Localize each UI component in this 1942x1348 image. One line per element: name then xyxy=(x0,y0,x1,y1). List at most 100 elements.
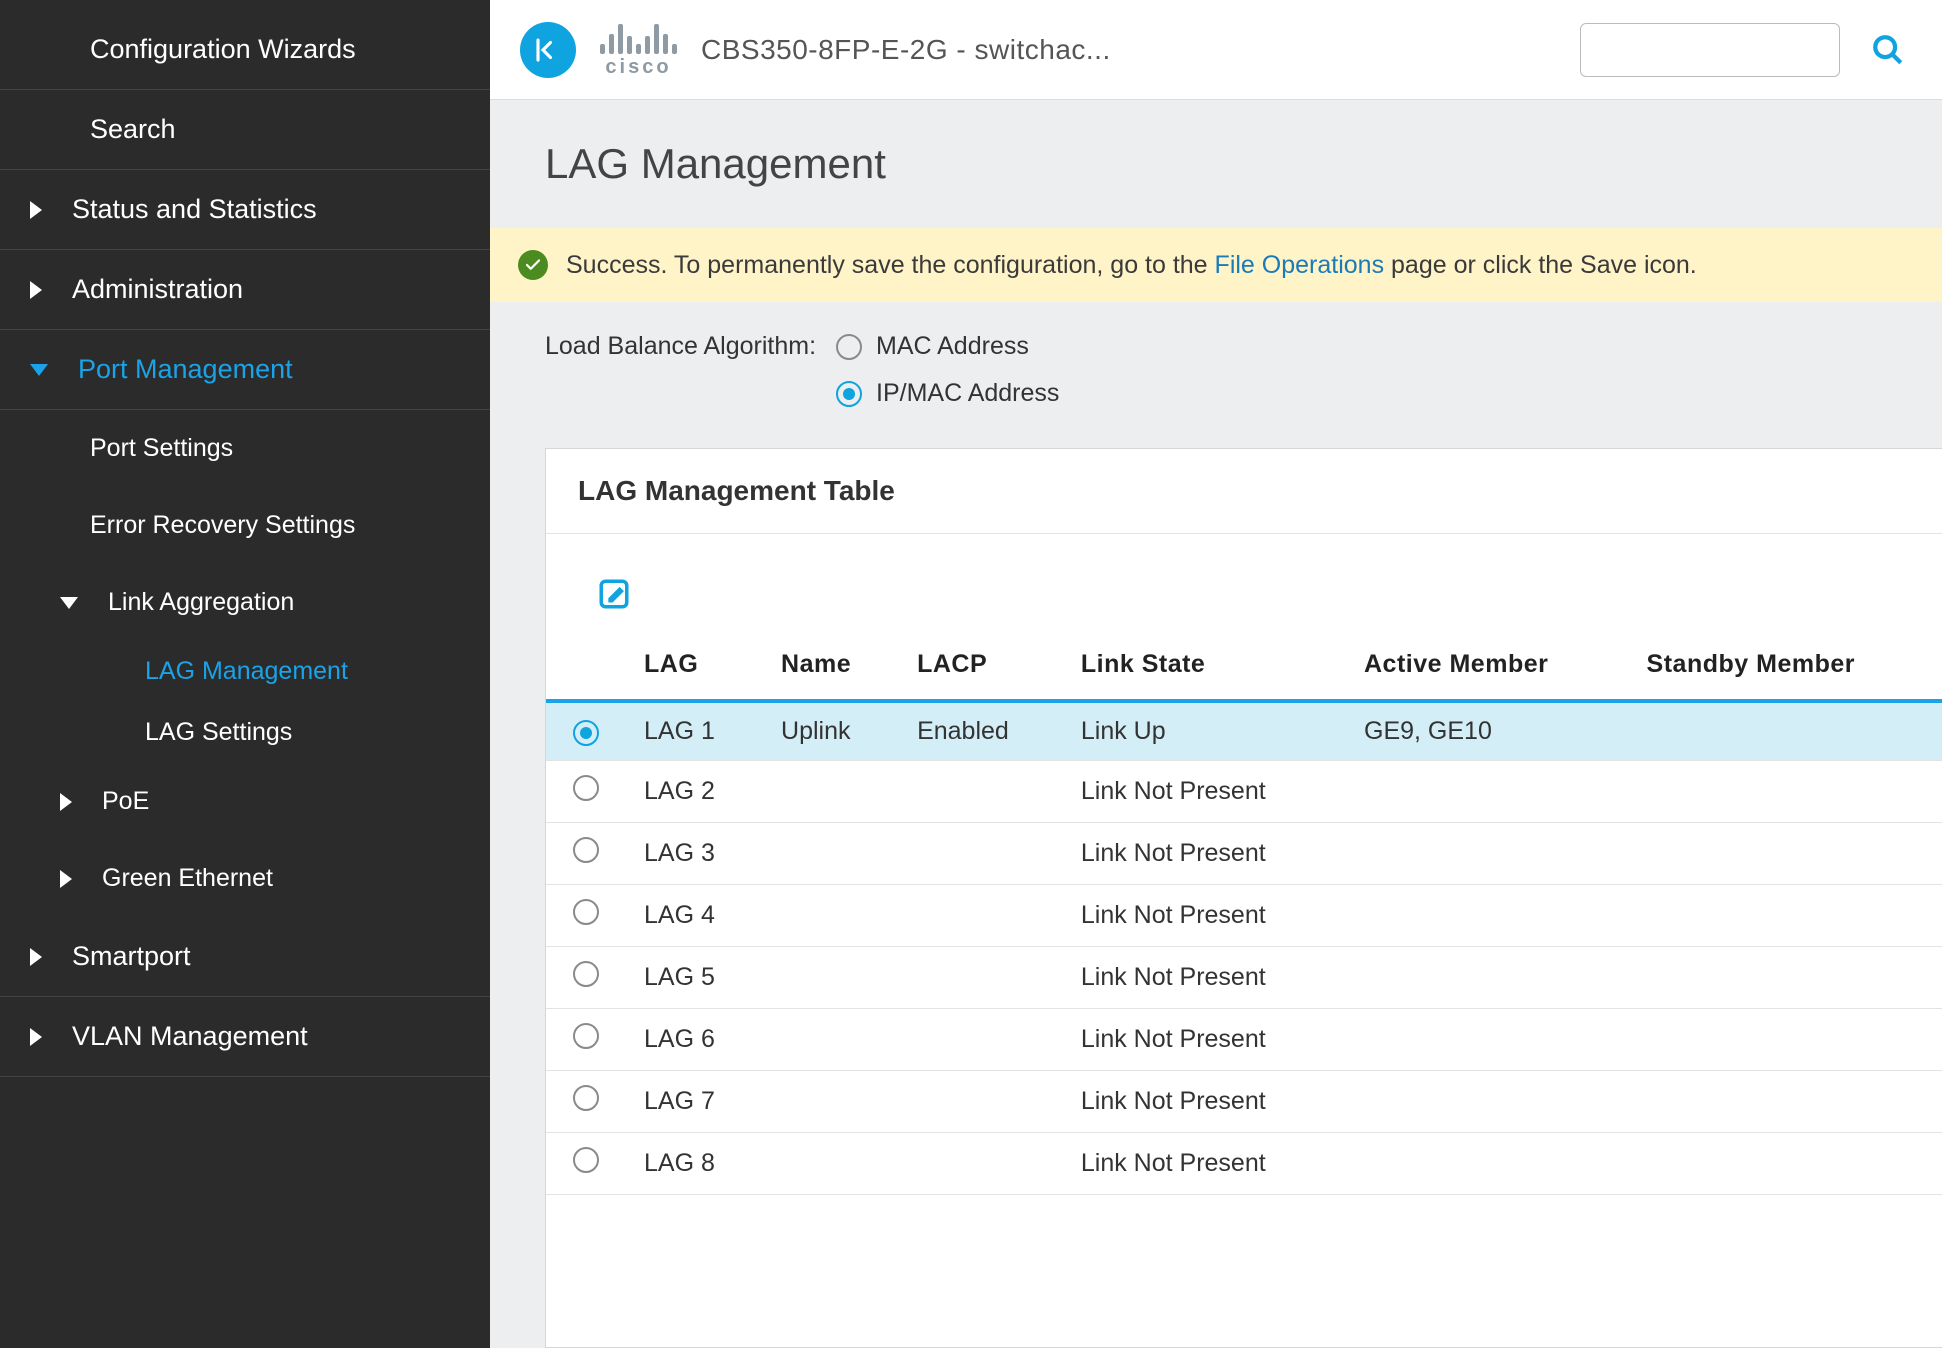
sidebar-item-status-and-statistics[interactable]: Status and Statistics xyxy=(0,170,490,250)
edit-icon xyxy=(597,577,631,611)
row-radio-icon[interactable] xyxy=(573,1085,599,1111)
col-active-member: Active Member xyxy=(1346,634,1629,701)
table-row[interactable]: LAG 5Link Not Present xyxy=(546,947,1942,1009)
cell-standby xyxy=(1629,1071,1942,1133)
table-row[interactable]: LAG 1UplinkEnabledLink UpGE9, GE10 xyxy=(546,701,1942,761)
sidebar-item-administration[interactable]: Administration xyxy=(0,250,490,330)
collapse-sidebar-button[interactable] xyxy=(520,22,576,78)
file-operations-link[interactable]: File Operations xyxy=(1215,251,1385,279)
sidebar-item-label: PoE xyxy=(102,787,149,816)
sidebar-item-search[interactable]: Search xyxy=(0,90,490,170)
cell-link: Link Not Present xyxy=(1063,1071,1346,1133)
load-balance-options: MAC Address IP/MAC Address xyxy=(836,332,1059,408)
cell-lag: LAG 5 xyxy=(626,947,763,1009)
alert-suffix: page or click the Save icon. xyxy=(1384,251,1697,279)
caret-right-icon xyxy=(30,281,42,299)
sidebar-item-link-aggregation[interactable]: Link Aggregation xyxy=(0,564,490,641)
caret-right-icon xyxy=(30,948,42,966)
cell-link: Link Up xyxy=(1063,701,1346,761)
cell-active xyxy=(1346,823,1629,885)
cell-lacp: Enabled xyxy=(899,701,1063,761)
page-title: LAG Management xyxy=(490,100,1942,228)
table-header-row: LAGNameLACPLink StateActive MemberStandb… xyxy=(546,634,1942,701)
cell-name xyxy=(763,1133,899,1195)
cell-active: GE9, GE10 xyxy=(1346,701,1629,761)
lba-option-label: IP/MAC Address xyxy=(876,379,1059,408)
radio-icon xyxy=(836,334,862,360)
cell-active xyxy=(1346,1133,1629,1195)
table-row[interactable]: LAG 6 Link Not Present xyxy=(546,1009,1942,1071)
sidebar-item-label: Port Management xyxy=(78,354,293,385)
load-balance-label: Load Balance Algorithm: xyxy=(545,332,816,361)
caret-down-icon xyxy=(60,597,78,609)
sidebar-item-label: Administration xyxy=(72,274,243,305)
sidebar-item-label: Smartport xyxy=(72,941,191,972)
lba-option-0[interactable]: MAC Address xyxy=(836,332,1059,361)
cisco-logo: cisco xyxy=(600,20,677,79)
success-banner: Success. To permanently save the configu… xyxy=(490,228,1942,302)
cell-lag: LAG 2 xyxy=(626,761,763,823)
col-lag: LAG xyxy=(626,634,763,701)
row-radio-icon[interactable] xyxy=(573,1023,599,1049)
row-radio-icon[interactable] xyxy=(573,837,599,863)
table-row[interactable]: LAG 2Link Not Present xyxy=(546,761,1942,823)
search-input[interactable] xyxy=(1580,23,1840,77)
row-radio-icon[interactable] xyxy=(573,720,599,746)
table-row[interactable]: LAG 3Link Not Present xyxy=(546,823,1942,885)
sidebar-item-port-settings[interactable]: Port Settings xyxy=(0,410,490,487)
caret-right-icon xyxy=(30,201,42,219)
lag-table: LAGNameLACPLink StateActive MemberStandb… xyxy=(546,634,1942,1195)
cell-name xyxy=(763,947,899,1009)
cell-lacp xyxy=(899,1133,1063,1195)
cell-name xyxy=(763,1009,899,1071)
sidebar-item-green-ethernet[interactable]: Green Ethernet xyxy=(0,840,490,917)
sidebar-item-port-management[interactable]: Port Management xyxy=(0,330,490,410)
caret-right-icon xyxy=(30,1028,42,1046)
cell-standby xyxy=(1629,761,1942,823)
search-button[interactable] xyxy=(1864,26,1912,74)
sidebar-item-poe[interactable]: PoE xyxy=(0,763,490,840)
sidebar-item-label: Error Recovery Settings xyxy=(90,511,355,540)
table-row[interactable]: LAG 8Link Not Present xyxy=(546,1133,1942,1195)
col-name: Name xyxy=(763,634,899,701)
cell-lag: LAG 6 xyxy=(626,1009,763,1071)
cell-link: Link Not Present xyxy=(1063,823,1346,885)
lag-panel: LAG Management Table LAGNameLACPLink Sta… xyxy=(545,448,1942,1348)
sidebar-item-vlan-management[interactable]: VLAN Management xyxy=(0,997,490,1077)
edit-button[interactable] xyxy=(594,574,634,614)
alert-prefix: Success. To permanently save the configu… xyxy=(566,251,1215,279)
caret-down-icon xyxy=(30,364,48,376)
collapse-icon xyxy=(533,35,563,65)
sidebar-item-error-recovery-settings[interactable]: Error Recovery Settings xyxy=(0,487,490,564)
sidebar-item-label: Port Settings xyxy=(90,434,233,463)
cell-lag: LAG 8 xyxy=(626,1133,763,1195)
sidebar-item-label: LAG Settings xyxy=(145,718,292,747)
row-radio-icon[interactable] xyxy=(573,961,599,987)
table-row[interactable]: LAG 7 Link Not Present xyxy=(546,1071,1942,1133)
lba-option-label: MAC Address xyxy=(876,332,1029,361)
sidebar-item-label: Green Ethernet xyxy=(102,864,273,893)
sidebar-item-lag-settings[interactable]: LAG Settings xyxy=(0,702,490,763)
cell-standby xyxy=(1629,885,1942,947)
table-row[interactable]: LAG 4Link Not Present xyxy=(546,885,1942,947)
sidebar-item-label: Link Aggregation xyxy=(108,588,294,617)
cell-lag: LAG 4 xyxy=(626,885,763,947)
cell-name: Uplink xyxy=(763,701,899,761)
cell-lacp xyxy=(899,947,1063,1009)
row-radio-icon[interactable] xyxy=(573,775,599,801)
row-radio-icon[interactable] xyxy=(573,899,599,925)
row-radio-icon[interactable] xyxy=(573,1147,599,1173)
sidebar-item-label: Search xyxy=(90,114,176,145)
device-name: CBS350-8FP-E-2G - switchac... xyxy=(701,34,1111,66)
sidebar-item-label: Status and Statistics xyxy=(72,194,317,225)
sidebar-item-configuration-wizards[interactable]: Configuration Wizards xyxy=(0,10,490,90)
cell-active xyxy=(1346,1009,1629,1071)
cell-link: Link Not Present xyxy=(1063,1009,1346,1071)
cell-lacp xyxy=(899,885,1063,947)
sidebar-item-smartport[interactable]: Smartport xyxy=(0,917,490,997)
cell-lag: LAG 7 xyxy=(626,1071,763,1133)
cell-active xyxy=(1346,1071,1629,1133)
lba-option-1[interactable]: IP/MAC Address xyxy=(836,379,1059,408)
sidebar: Configuration Wizards Search Status and St… xyxy=(0,0,490,1348)
sidebar-item-lag-management[interactable]: LAG Management xyxy=(0,641,490,702)
